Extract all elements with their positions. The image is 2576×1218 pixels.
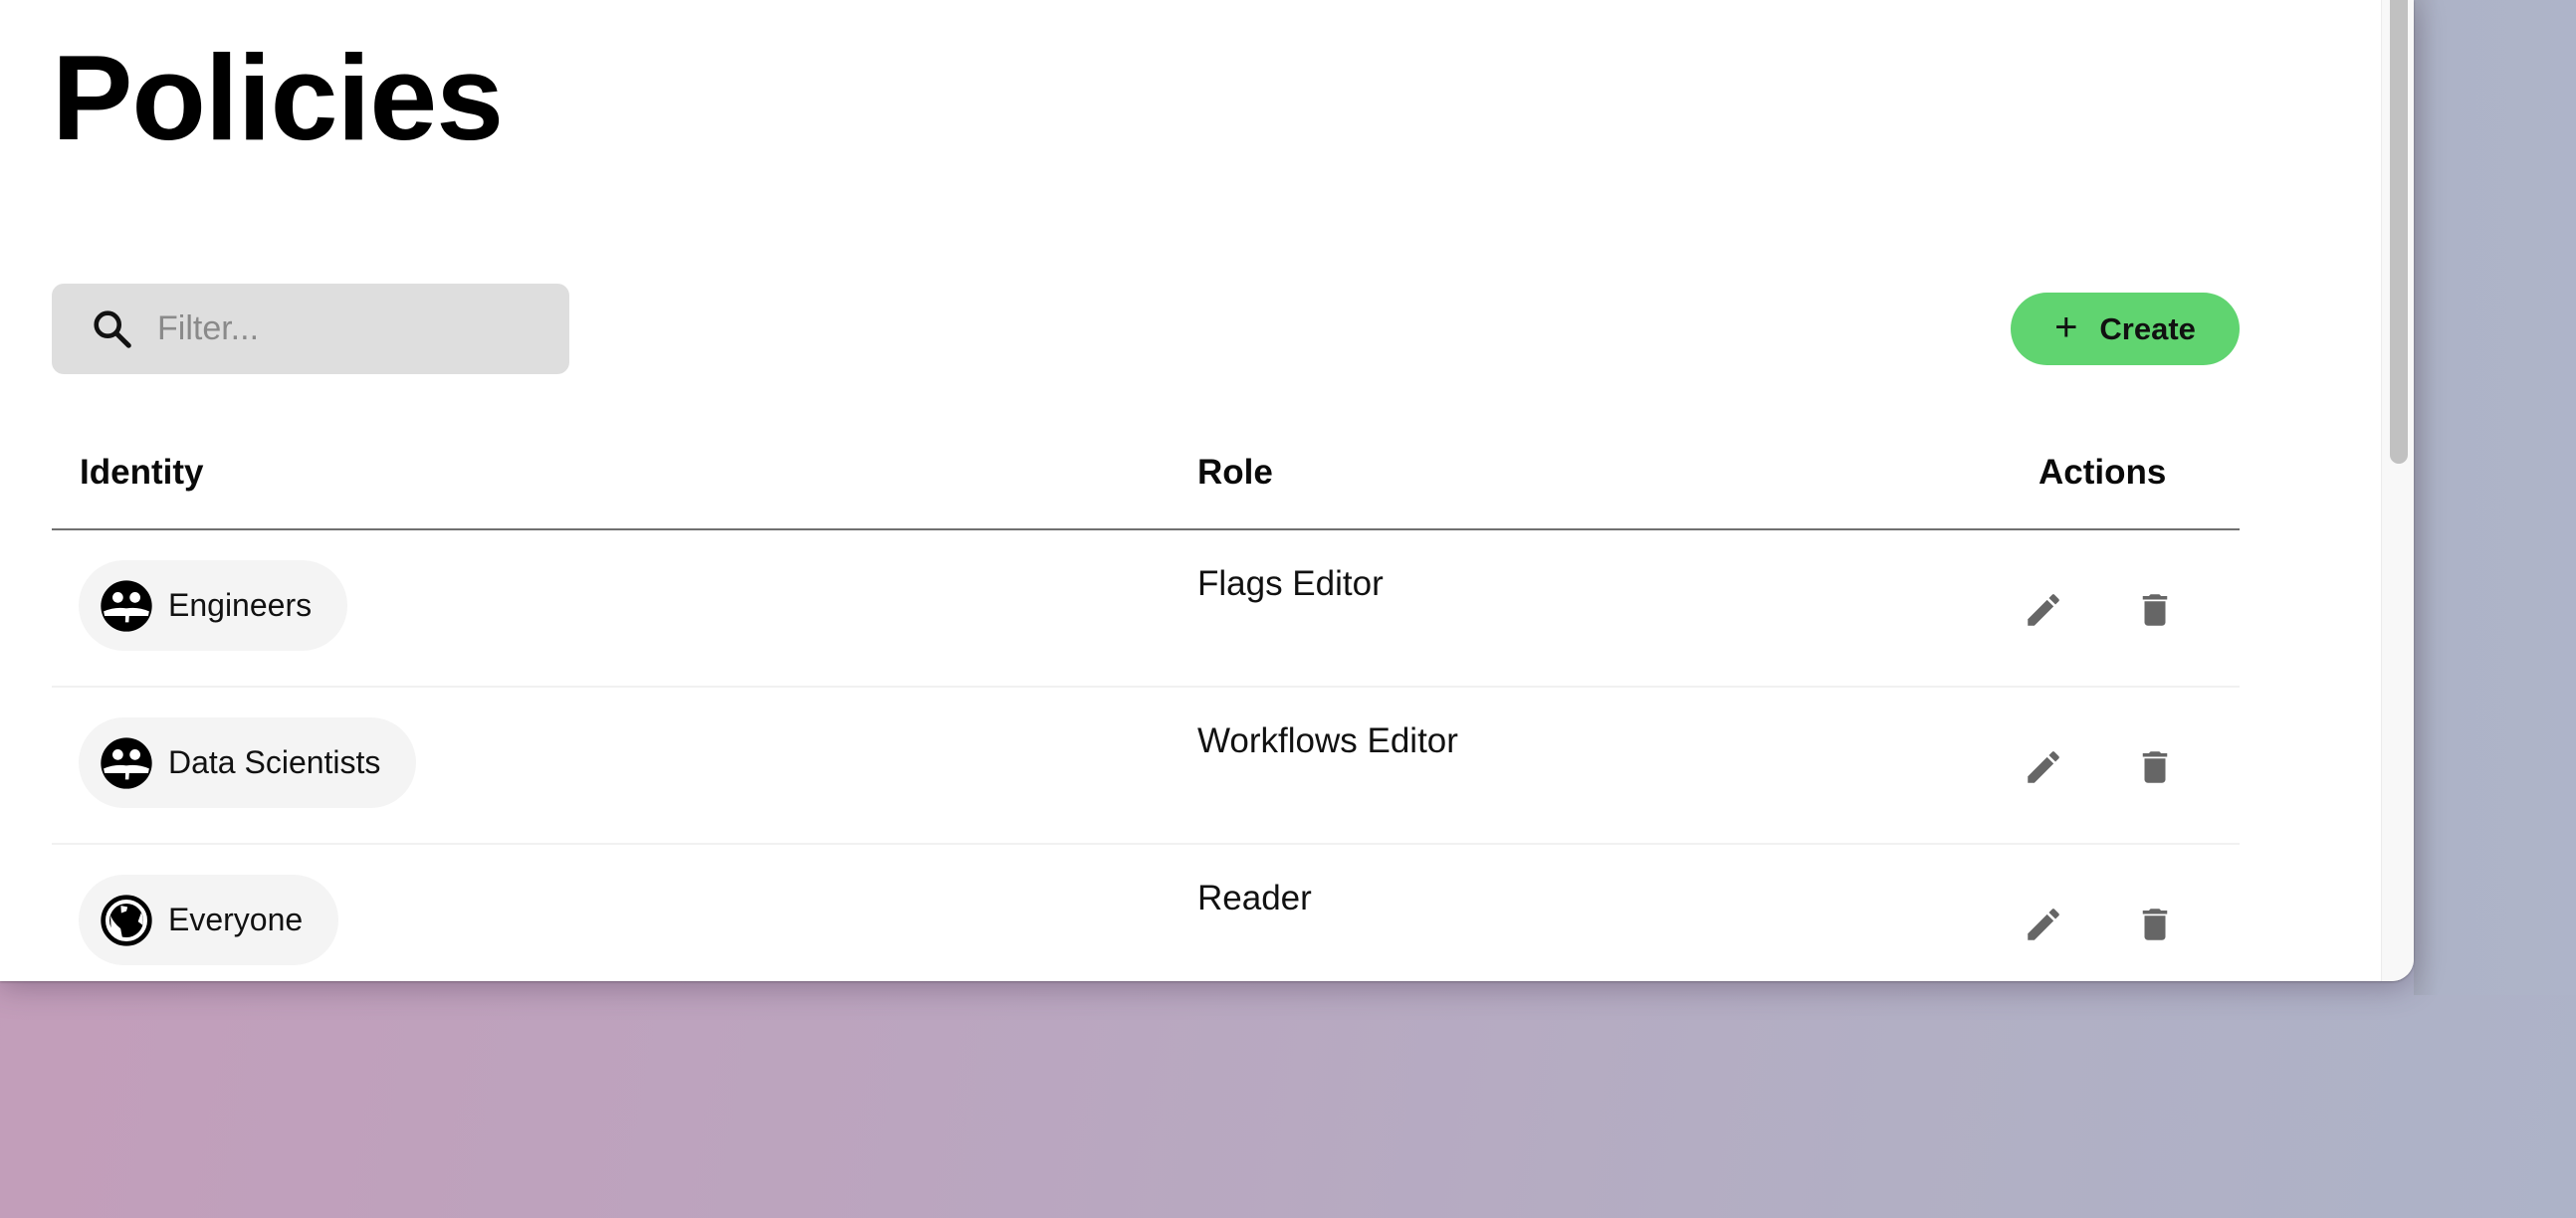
create-button-label: Create (2099, 310, 2196, 346)
column-header-actions: Actions (2039, 453, 2167, 492)
identity-name: Everyone (168, 902, 304, 937)
scrollbar-thumb[interactable] (2390, 0, 2408, 464)
identity-chip[interactable]: Data Scientists (79, 717, 417, 808)
trash-icon (2142, 594, 2168, 626)
group-icon (101, 736, 152, 789)
table-row: Everyone Reader (52, 845, 2240, 981)
page-title: Policies (52, 30, 504, 165)
column-header-role: Role (1197, 453, 1273, 492)
edit-button[interactable] (2016, 739, 2071, 795)
table-header: Identity Role Actions (52, 438, 2240, 530)
edit-button[interactable] (2016, 897, 2071, 952)
delete-button[interactable] (2127, 582, 2183, 638)
role-name: Workflows Editor (1197, 721, 1458, 760)
identity-chip[interactable]: Everyone (79, 875, 339, 965)
edit-icon (2028, 594, 2059, 626)
delete-button[interactable] (2127, 739, 2183, 795)
role-name: Flags Editor (1197, 564, 1384, 603)
edit-button[interactable] (2016, 582, 2071, 638)
globe-icon (101, 894, 152, 946)
filter-field[interactable] (52, 284, 569, 374)
edit-icon (2028, 751, 2059, 783)
role-name: Reader (1197, 879, 1312, 917)
create-button[interactable]: + Create (2011, 293, 2240, 365)
identity-name: Engineers (168, 587, 313, 623)
filter-input[interactable] (155, 308, 537, 349)
search-icon (94, 309, 131, 348)
app-window: Policies + Create Identity Role Actions … (0, 0, 2414, 981)
table-row: Data Scientists Workflows Editor (52, 688, 2240, 845)
identity-name: Data Scientists (168, 744, 381, 780)
edit-icon (2028, 909, 2059, 940)
table-row: Engineers Flags Editor (52, 530, 2240, 688)
desktop-background (2414, 0, 2576, 995)
identity-chip[interactable]: Engineers (79, 560, 348, 651)
delete-button[interactable] (2127, 897, 2183, 952)
vertical-scrollbar[interactable] (2381, 0, 2414, 981)
group-icon (101, 579, 152, 632)
trash-icon (2142, 909, 2168, 940)
plus-icon: + (2054, 304, 2078, 349)
trash-icon (2142, 751, 2168, 783)
column-header-identity: Identity (80, 453, 204, 492)
